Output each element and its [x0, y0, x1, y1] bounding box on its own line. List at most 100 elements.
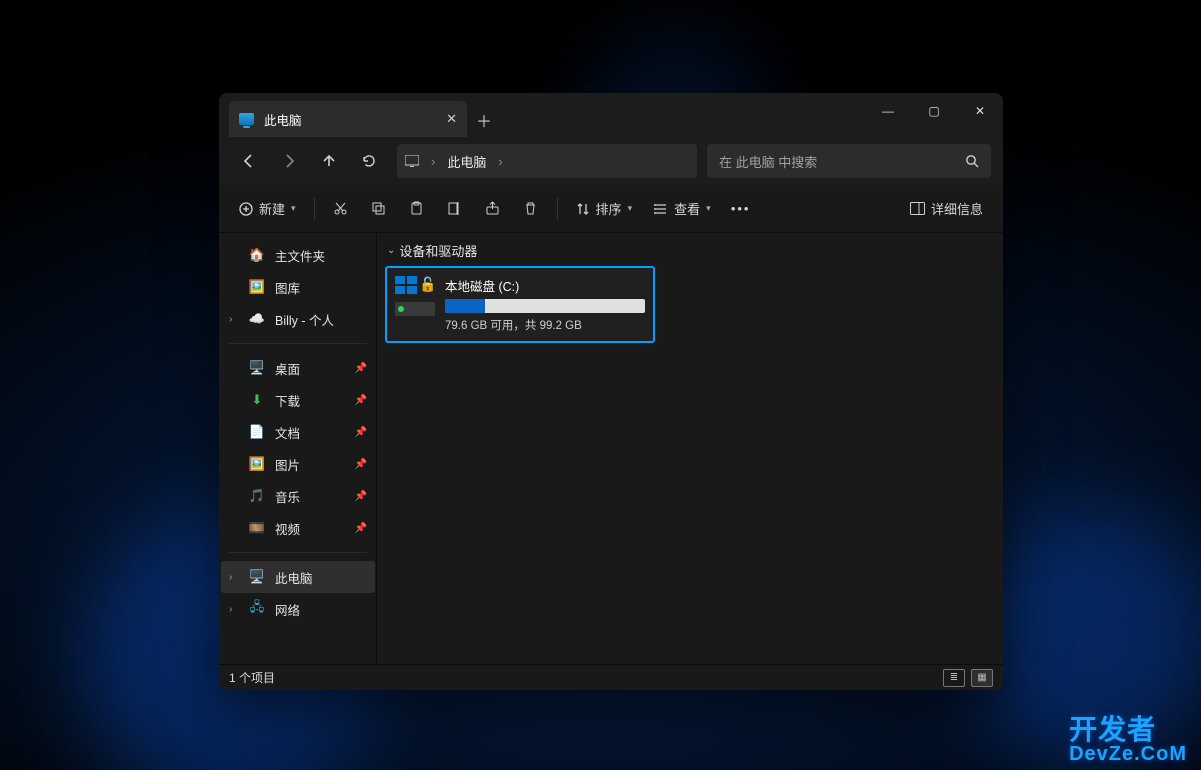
breadcrumb-separator: ›	[431, 154, 435, 169]
sidebar-divider	[229, 343, 367, 344]
pin-icon: 📌	[355, 363, 367, 374]
sidebar-item-downloads[interactable]: ⬇ 下载 📌	[221, 384, 375, 416]
tab-title: 此电脑	[264, 110, 302, 129]
new-button[interactable]: 新建 ▾	[229, 192, 306, 226]
pc-icon: 🖥️	[249, 569, 265, 585]
sidebar-item-label: 图片	[275, 455, 300, 474]
sidebar-item-label: 图库	[275, 278, 300, 297]
network-icon: 🖧	[249, 601, 265, 617]
sidebar-item-label: 音乐	[275, 487, 300, 506]
sort-label: 排序	[596, 199, 622, 218]
new-label: 新建	[259, 199, 285, 218]
explorer-body: 🏠 主文件夹 🖼️ 图库 › ☁️ Billy - 个人 🖥️ 桌面 📌	[219, 233, 1003, 664]
chevron-down-icon: ▾	[706, 203, 711, 214]
sidebar-item-home[interactable]: 🏠 主文件夹	[221, 239, 375, 271]
home-icon: 🏠	[249, 247, 265, 263]
back-button[interactable]	[231, 144, 267, 178]
chevron-down-icon: ▾	[628, 203, 633, 214]
paste-icon	[409, 201, 424, 216]
share-button[interactable]	[475, 192, 511, 226]
details-pane-button[interactable]: 详细信息	[900, 192, 993, 226]
view-mode-tiles-button[interactable]: ▦	[971, 669, 993, 687]
pictures-icon: 🖼️	[249, 456, 265, 472]
toolbar-separator	[314, 198, 315, 220]
sidebar-item-gallery[interactable]: 🖼️ 图库	[221, 271, 375, 303]
sort-button[interactable]: 排序 ▾	[566, 192, 643, 226]
sidebar-item-music[interactable]: 🎵 音乐 📌	[221, 480, 375, 512]
group-header-devices[interactable]: ⌄ 设备和驱动器	[387, 241, 995, 260]
group-header-label: 设备和驱动器	[399, 241, 477, 260]
rename-icon	[447, 201, 462, 216]
unlock-icon: 🔓	[419, 276, 436, 293]
details-pane-icon	[910, 202, 925, 215]
paste-button[interactable]	[399, 192, 435, 226]
share-icon	[485, 201, 500, 216]
copy-button[interactable]	[361, 192, 397, 226]
trash-icon	[523, 201, 538, 216]
sidebar-item-onedrive[interactable]: › ☁️ Billy - 个人	[221, 303, 375, 335]
more-icon: •••	[731, 201, 751, 216]
toolbar-separator	[557, 198, 558, 220]
sidebar-item-desktop[interactable]: 🖥️ 桌面 📌	[221, 352, 375, 384]
up-button[interactable]	[311, 144, 347, 178]
arrow-up-icon	[321, 153, 337, 169]
sidebar-item-this-pc[interactable]: › 🖥️ 此电脑	[221, 561, 375, 593]
search-icon	[965, 154, 979, 168]
view-icon	[654, 202, 668, 216]
sidebar-scrollbar-track	[376, 233, 377, 663]
chevron-down-icon: ⌄	[387, 245, 395, 256]
breadcrumb-location[interactable]: 此电脑	[447, 152, 486, 171]
minimize-button[interactable]: —	[865, 93, 911, 129]
sidebar-item-label: 视频	[275, 519, 300, 538]
window-controls: — ▢ ✕	[865, 93, 1003, 129]
sidebar-item-network[interactable]: › 🖧 网络	[221, 593, 375, 625]
forward-button[interactable]	[271, 144, 307, 178]
sidebar-divider	[229, 552, 367, 553]
sidebar-item-label: 此电脑	[275, 568, 313, 587]
close-window-button[interactable]: ✕	[957, 93, 1003, 129]
monitor-icon	[405, 155, 419, 167]
chevron-right-icon: ›	[229, 604, 232, 615]
arrow-left-icon	[241, 153, 257, 169]
sidebar-item-documents[interactable]: 📄 文档 📌	[221, 416, 375, 448]
sidebar-item-pictures[interactable]: 🖼️ 图片 📌	[221, 448, 375, 480]
sort-icon	[576, 202, 590, 216]
maximize-button[interactable]: ▢	[911, 93, 957, 129]
sidebar-item-label: 网络	[275, 600, 300, 619]
address-bar[interactable]: › 此电脑 ›	[397, 144, 697, 178]
hdd-icon	[395, 302, 435, 316]
copy-icon	[371, 201, 386, 216]
rename-button[interactable]	[437, 192, 473, 226]
more-button[interactable]: •••	[723, 192, 759, 226]
view-button[interactable]: 查看 ▾	[644, 192, 721, 226]
content-area: ⌄ 设备和驱动器 🔓 本地磁盘 (C:) 79.6 GB 可用，共	[377, 233, 1003, 664]
windows-logo-icon	[395, 276, 417, 294]
new-tab-button[interactable]: ＋	[467, 103, 501, 137]
titlebar: 此电脑 ✕ ＋ — ▢ ✕	[219, 93, 1003, 137]
cut-button[interactable]	[323, 192, 359, 226]
refresh-button[interactable]	[351, 144, 387, 178]
arrow-right-icon	[281, 153, 297, 169]
chevron-right-icon: ›	[229, 572, 232, 583]
breadcrumb-separator: ›	[498, 154, 502, 169]
drive-icon: 🔓	[395, 276, 435, 316]
drive-item-c[interactable]: 🔓 本地磁盘 (C:) 79.6 GB 可用，共 99.2 GB	[385, 266, 655, 343]
search-box[interactable]: 在 此电脑 中搜索	[707, 144, 991, 178]
delete-button[interactable]	[513, 192, 549, 226]
file-explorer-window: 此电脑 ✕ ＋ — ▢ ✕	[219, 93, 1003, 690]
command-bar: 新建 ▾ 排序 ▾ 查看 ▾ •••	[219, 185, 1003, 233]
desktop-wallpaper: 此电脑 ✕ ＋ — ▢ ✕	[0, 0, 1201, 770]
download-icon: ⬇	[249, 392, 265, 408]
close-tab-button[interactable]: ✕	[446, 111, 457, 127]
pin-icon: 📌	[355, 459, 367, 470]
sidebar-item-label: 下载	[275, 391, 300, 410]
active-tab[interactable]: 此电脑 ✕	[229, 101, 467, 137]
status-bar: 1 个项目 ≣ ▦	[219, 664, 1003, 690]
status-item-count: 1 个项目	[229, 669, 275, 686]
sidebar-item-videos[interactable]: 🎞️ 视频 📌	[221, 512, 375, 544]
sidebar-scrollbar-thumb[interactable]	[376, 233, 377, 373]
sidebar-item-label: 文档	[275, 423, 300, 442]
drive-info: 本地磁盘 (C:) 79.6 GB 可用，共 99.2 GB	[445, 276, 645, 333]
view-mode-list-button[interactable]: ≣	[943, 669, 965, 687]
navigation-bar: › 此电脑 › 在 此电脑 中搜索	[219, 137, 1003, 185]
